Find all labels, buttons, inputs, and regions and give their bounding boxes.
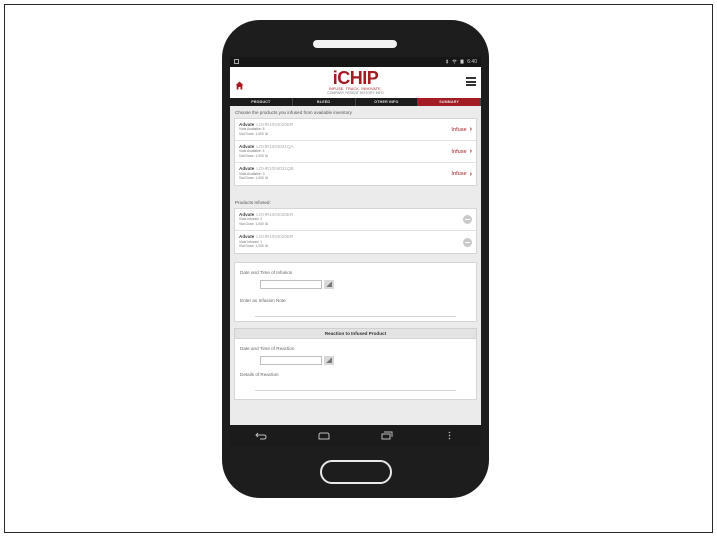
phone-speaker	[313, 40, 397, 48]
home-nav-icon[interactable]	[318, 431, 330, 441]
chevron-right-icon: ›	[469, 170, 472, 178]
tab-bleed[interactable]: BLEED	[293, 98, 356, 106]
infusion-note-input[interactable]	[255, 305, 456, 317]
available-products-list: Advate LOHR1004020ER Vials Available: 8 V…	[234, 118, 477, 186]
remove-icon[interactable]	[463, 215, 472, 224]
wifi-icon	[452, 59, 457, 66]
android-nav-bar	[230, 425, 481, 446]
chevron-right-icon: ›	[469, 126, 472, 133]
notification-icon	[234, 58, 239, 66]
reaction-datetime-label: Date and Time of Reaction	[240, 346, 295, 351]
product-lot: LOHR1004020ER	[256, 234, 294, 240]
infuse-label: Infuse	[451, 148, 467, 155]
product-dose: Vial Dose: 1,000 IU	[239, 131, 269, 136]
status-time: 6:40	[467, 59, 477, 65]
hamburger-menu-icon[interactable]	[466, 77, 476, 86]
infusion-datetime-label: Date and Time of Infusion	[240, 270, 293, 275]
tab-product[interactable]: PRODUCT	[230, 98, 293, 106]
infused-products-list: Advate LOHR1004020ER Vials Infused: 2 Via…	[234, 208, 477, 254]
battery-icon	[460, 59, 464, 66]
product-lot: LOHR1004020ER	[256, 211, 294, 217]
infuse-button[interactable]: Infuse ›	[451, 148, 472, 155]
product-name: Advate	[239, 121, 255, 127]
product-dose: Vial Dose: 1,000 IU	[239, 221, 269, 226]
chevron-right-icon: ›	[469, 148, 472, 155]
logo-text: iCHIP	[332, 68, 379, 88]
list-item: Advate LOHR1004020ER Vials Available: 8 V…	[235, 119, 476, 141]
phone-screen: 6:40 iCHIP INFUSE. TRACK. INNOVATE. COMP…	[230, 57, 481, 446]
reaction-details-label: Details of Reaction	[240, 372, 279, 377]
status-bar: 6:40	[230, 57, 481, 67]
list-item: Advate LOHR1004020ER Vials Infused: 1 Via…	[235, 231, 476, 253]
product-name: Advate	[239, 166, 255, 172]
infuse-button[interactable]: Infuse ›	[451, 126, 472, 133]
infusion-form: Date and Time of Infusion Enter an Infus…	[234, 262, 477, 322]
available-heading: Choose the products you infused from ava…	[235, 110, 352, 115]
list-item: Advate LOHR1004021QA Vials Available: 4 V…	[235, 141, 476, 163]
phone-home-button[interactable]	[320, 460, 392, 484]
phone-device: 6:40 iCHIP INFUSE. TRACK. INNOVATE. COMP…	[222, 20, 489, 498]
bluetooth-icon	[445, 58, 449, 66]
calendar-icon[interactable]	[324, 280, 334, 289]
infuse-label: Infuse	[451, 171, 467, 177]
calendar-icon[interactable]	[324, 356, 334, 365]
remove-icon[interactable]	[463, 237, 472, 247]
infusion-note-label: Enter an Infusion Note	[240, 298, 286, 303]
infuse-button[interactable]: Infuse ›	[451, 171, 472, 178]
product-name: Advate	[239, 234, 255, 240]
product-dose: Vial Dose: 1,000 IU	[239, 244, 269, 249]
overflow-menu-icon[interactable]	[444, 431, 456, 441]
product-dose: Vial Dose: 1,000 IU	[239, 153, 269, 158]
app-logo: iCHIP INFUSE. TRACK. INNOVATE. COMPANY P…	[230, 69, 481, 95]
tab-other-info[interactable]: OTHER INFO	[356, 98, 419, 106]
product-lot: LOHR1004021QB	[256, 166, 294, 172]
main-content: Choose the products you infused from ava…	[230, 106, 481, 400]
reaction-section-title: Reaction to Infused Product	[234, 328, 477, 338]
product-lot: LOHR1004021QA	[256, 143, 294, 149]
tab-bar: PRODUCT BLEED OTHER INFO SUMMARY	[230, 98, 481, 106]
app-header: iCHIP INFUSE. TRACK. INNOVATE. COMPANY P…	[230, 67, 481, 98]
tab-summary[interactable]: SUMMARY	[418, 98, 481, 106]
product-name: Advate	[239, 143, 255, 149]
infused-heading: Products Infused:	[235, 200, 271, 205]
infusion-datetime-input[interactable]	[260, 280, 322, 289]
reaction-details-input[interactable]	[255, 379, 456, 391]
product-dose: Vial Dose: 1,000 IU	[239, 176, 269, 181]
list-item: Advate LOHR1004020ER Vials Infused: 2 Via…	[235, 209, 476, 231]
list-item: Advate LOHR1004021QB Vials Available: 3 V…	[235, 163, 476, 185]
product-name: Advate	[239, 211, 255, 217]
recent-apps-icon[interactable]	[381, 431, 393, 441]
back-icon[interactable]	[255, 431, 267, 441]
product-lot: LOHR1004020ER	[256, 121, 294, 127]
reaction-datetime-input[interactable]	[260, 356, 322, 365]
logo-tagline: COMPANY PATIENT HISTORY INFO	[327, 91, 384, 95]
reaction-form: Date and Time of Reaction Details of Rea…	[234, 338, 477, 400]
infuse-label: Infuse	[451, 126, 467, 133]
